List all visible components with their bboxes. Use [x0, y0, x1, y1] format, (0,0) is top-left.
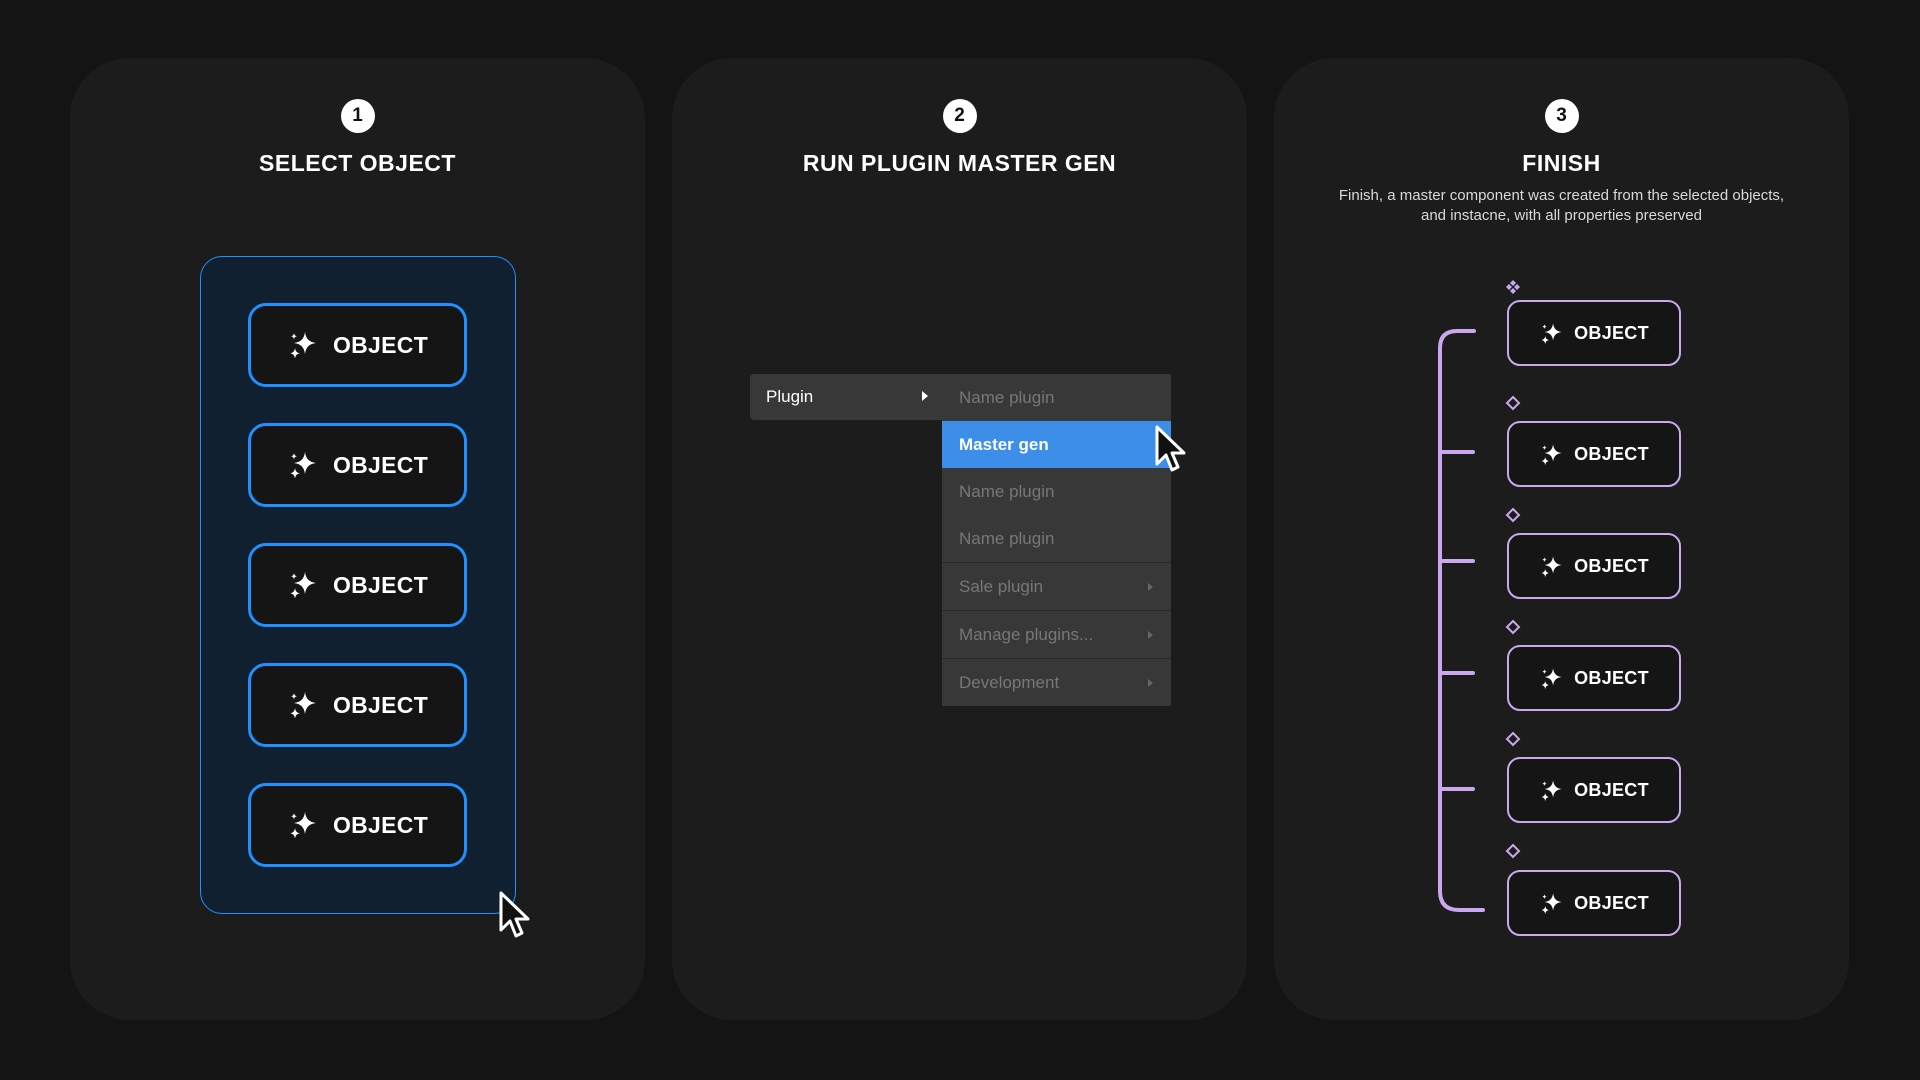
object-button[interactable]: OBJECT: [248, 423, 467, 507]
submenu-item-name-plugin[interactable]: Name plugin: [942, 468, 1171, 515]
submenu-item-label: Sale plugin: [959, 576, 1044, 596]
submenu-item-label: Name plugin: [959, 528, 1055, 548]
component-instance-icon: [1505, 395, 1521, 411]
object-label: OBJECT: [332, 811, 429, 838]
component-instance-icon: [1505, 619, 1521, 635]
master-component[interactable]: OBJECT: [1507, 300, 1681, 366]
object-button[interactable]: OBJECT: [248, 783, 467, 867]
sparkle-icon: [1539, 666, 1564, 691]
object-button[interactable]: OBJECT: [248, 663, 467, 747]
instance-component[interactable]: OBJECT: [1507, 533, 1681, 599]
instance-component[interactable]: OBJECT: [1507, 757, 1681, 823]
submenu-item-name-plugin[interactable]: Name plugin: [942, 515, 1171, 562]
submenu-item-label: Manage plugins...: [959, 624, 1094, 644]
object-label: OBJECT: [1574, 555, 1649, 576]
step-panel-finish: 3 FINISH Finish, a master component was …: [1274, 58, 1849, 1020]
object-label: OBJECT: [332, 451, 429, 478]
sparkle-icon: [287, 689, 319, 721]
submenu-item-label: Development: [959, 672, 1060, 692]
object-label: OBJECT: [332, 691, 429, 718]
object-label: OBJECT: [332, 571, 429, 598]
component-master-icon: [1506, 280, 1520, 294]
component-instance-icon: [1505, 843, 1521, 859]
menu-item-label: Plugin: [766, 387, 814, 406]
submenu-item-label: Master gen: [959, 434, 1049, 454]
object-label: OBJECT: [1574, 322, 1649, 343]
object-button[interactable]: OBJECT: [248, 303, 467, 387]
object-button[interactable]: OBJECT: [248, 543, 467, 627]
submenu-item-manage-plugins[interactable]: Manage plugins...: [942, 610, 1171, 658]
chevron-right-icon: [922, 391, 928, 401]
chevron-right-icon: [1148, 678, 1153, 687]
step-panel-select: 1 SELECT OBJECT OBJECT OBJECT OBJECT OBJ…: [70, 58, 645, 1020]
sparkle-icon: [287, 809, 319, 841]
plugin-submenu: Name plugin Master gen Name plugin Name …: [942, 374, 1171, 706]
step-title: SELECT OBJECT: [259, 150, 456, 176]
sparkle-icon: [1539, 891, 1564, 916]
instance-component[interactable]: OBJECT: [1507, 645, 1681, 711]
instance-component[interactable]: OBJECT: [1507, 421, 1681, 487]
object-label: OBJECT: [1574, 779, 1649, 800]
menu-item-plugin[interactable]: Plugin: [750, 374, 942, 420]
object-label: OBJECT: [332, 331, 429, 358]
chevron-right-icon: [1148, 630, 1153, 639]
step-number-badge: 2: [942, 99, 977, 133]
sparkle-icon: [287, 569, 319, 601]
pointer-cursor-icon: [1154, 424, 1188, 476]
submenu-item-name-plugin[interactable]: Name plugin: [942, 374, 1171, 421]
component-instance-icon: [1505, 731, 1521, 747]
sparkle-icon: [1539, 778, 1564, 803]
submenu-item-label: Name plugin: [959, 387, 1055, 407]
sparkle-icon: [1539, 554, 1564, 579]
sparkle-icon: [1539, 321, 1564, 346]
component-instance-icon: [1505, 507, 1521, 523]
object-label: OBJECT: [1574, 667, 1649, 688]
chevron-right-icon: [1148, 582, 1153, 591]
pointer-cursor-icon: [498, 890, 532, 942]
submenu-item-master-gen[interactable]: Master gen: [942, 421, 1171, 468]
sparkle-icon: [287, 329, 319, 361]
submenu-item-development[interactable]: Development: [942, 658, 1171, 706]
step-title: RUN PLUGIN MASTER GEN: [802, 150, 1117, 176]
object-label: OBJECT: [1574, 443, 1649, 464]
selection-frame[interactable]: OBJECT OBJECT OBJECT OBJECT OBJECT: [200, 256, 516, 914]
object-label: OBJECT: [1574, 892, 1649, 913]
sparkle-icon: [287, 449, 319, 481]
step-number-badge: 1: [340, 99, 375, 133]
submenu-item-sale-plugin[interactable]: Sale plugin: [942, 562, 1171, 610]
instance-component[interactable]: OBJECT: [1507, 870, 1681, 936]
submenu-item-label: Name plugin: [959, 481, 1055, 501]
step-panel-run-plugin: 2 RUN PLUGIN MASTER GEN Plugin Name plug…: [672, 58, 1247, 1020]
sparkle-icon: [1539, 442, 1564, 467]
